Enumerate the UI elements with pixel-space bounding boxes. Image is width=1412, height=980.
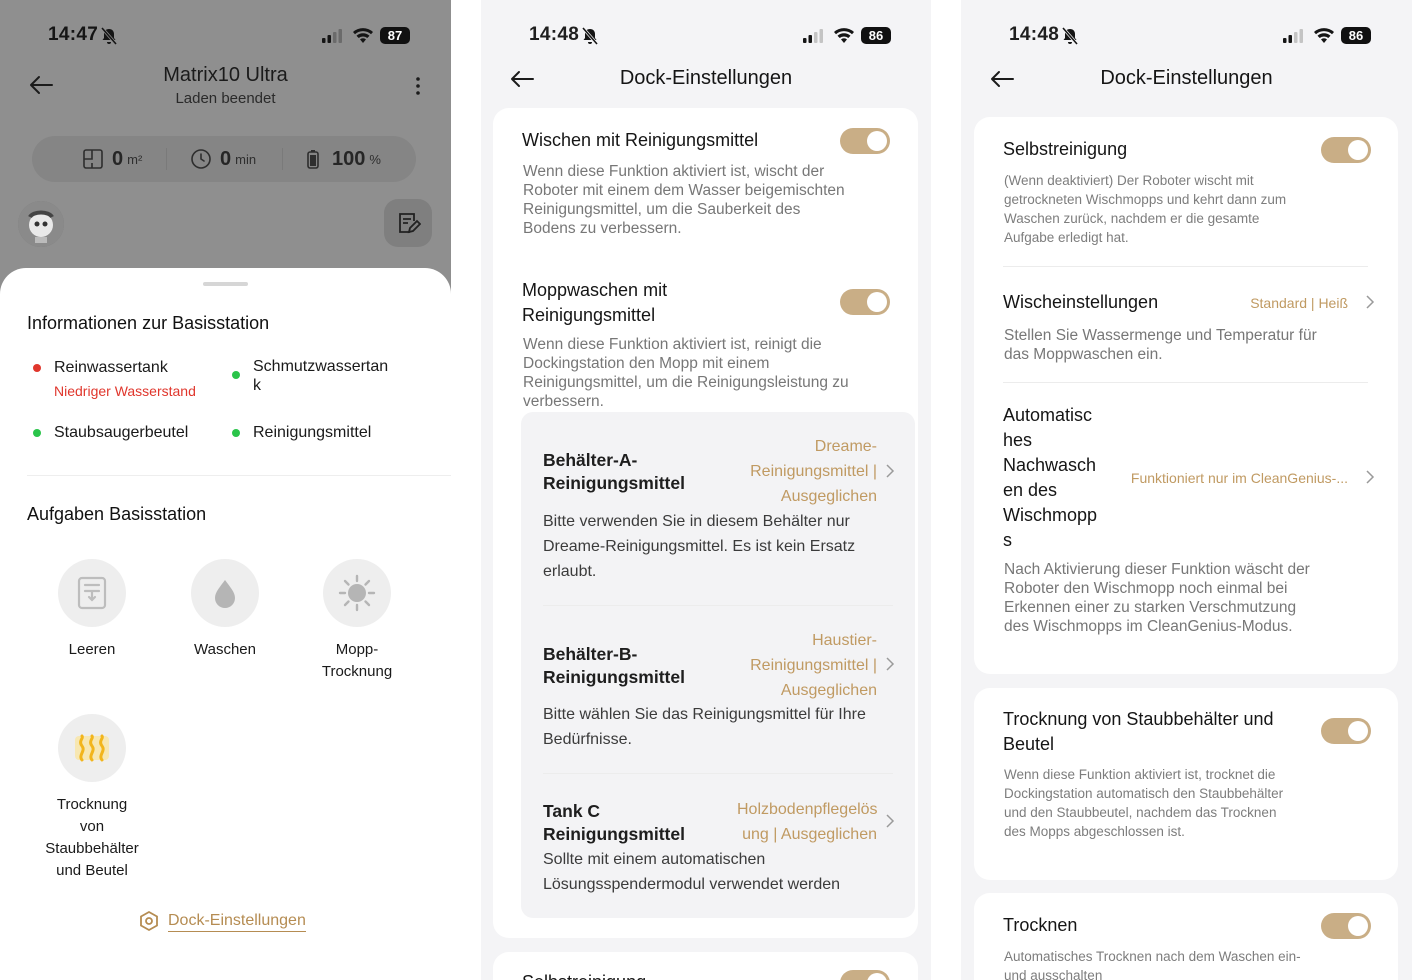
- more-options-icon[interactable]: [410, 74, 426, 98]
- wifi-icon: [1314, 28, 1334, 43]
- setting-title-dust-drying: Trocknung von Staubbehälter und Beutel: [1003, 709, 1274, 754]
- stat-battery: 100 %: [302, 147, 381, 171]
- setting-title-mop-wash-detergent: Moppwaschen mit Reinigungsmittel: [522, 280, 668, 325]
- wifi-icon: [834, 28, 854, 43]
- wifi-icon: [353, 28, 373, 43]
- base-station-sheet: Informationen zur Basisstation Reinwasse…: [0, 268, 451, 980]
- info-section-title: Informationen zur Basisstation: [27, 313, 270, 333]
- robot-overview-screen: 14:47 87 Matrix10 Ultra Laden beendet 0 …: [0, 0, 451, 980]
- page-title: Dock-Einstellungen: [619, 67, 793, 89]
- battery-indicator: 86: [1341, 27, 1371, 44]
- cell-signal-icon: [803, 29, 823, 43]
- area-icon: [83, 149, 103, 169]
- status-time: 14:48: [1009, 24, 1060, 45]
- setting-desc: Automatisches Trocknen nach dem Waschen …: [1004, 949, 1301, 980]
- edit-map-button[interactable]: [384, 199, 432, 247]
- sheet-handle[interactable]: [203, 282, 248, 286]
- heat-icon: [75, 734, 109, 762]
- status-detergent: Reinigungsmittel: [232, 423, 371, 442]
- battery-indicator: 87: [380, 27, 410, 44]
- page-title: Dock-Einstellungen: [1100, 67, 1273, 89]
- task-mop-drying[interactable]: Mopp- Trocknung: [292, 559, 422, 683]
- device-status: Laden beendet: [175, 90, 276, 107]
- bell-muted-icon: [1061, 27, 1079, 45]
- toggle-self-cleaning[interactable]: [840, 970, 890, 980]
- dust-drying-card: Trocknung von Staubbehälter und Beutel W…: [974, 688, 1398, 880]
- setting-desc: Wenn diese Funktion aktiviert ist, trock…: [1004, 767, 1284, 839]
- cell-signal-icon: [322, 29, 342, 43]
- status-dust-bag: Staubsaugerbeutel: [33, 423, 188, 442]
- status-time: 14:47: [48, 24, 99, 45]
- status-clean-water-tank: Reinwassertank Niedriger Wasserstand: [33, 358, 196, 399]
- toggle-self-cleaning[interactable]: [1321, 137, 1371, 163]
- bell-muted-icon: [581, 27, 599, 45]
- toggle-drying[interactable]: [1321, 913, 1371, 939]
- toggle-wipe-detergent[interactable]: [840, 128, 890, 154]
- water-drop-icon: [215, 580, 235, 608]
- hexagon-gear-icon: [140, 910, 158, 932]
- chevron-right-icon: [1366, 295, 1375, 309]
- setting-title-self-cleaning: Selbstreinigung: [1003, 139, 1128, 159]
- setting-desc: (Wenn deaktiviert) Der Roboter wischt mi…: [1004, 173, 1287, 245]
- avatar[interactable]: [18, 201, 64, 247]
- chevron-right-icon: [886, 657, 895, 671]
- battery-indicator: 86: [861, 27, 891, 44]
- cell-signal-icon: [1283, 29, 1303, 43]
- status-dot: [232, 371, 240, 379]
- status-dot: [33, 429, 41, 437]
- setting-title-wipe-detergent: Wischen mit Reinigungsmittel: [522, 130, 759, 150]
- device-title: Matrix10 Ultra: [163, 64, 288, 86]
- tasks-section-title: Aufgaben Basisstation: [27, 504, 207, 524]
- edit-document-icon: [399, 213, 421, 234]
- divider: [1003, 382, 1368, 383]
- dock-settings-link[interactable]: Dock-Einstellungen: [138, 910, 306, 932]
- empty-icon: [77, 576, 107, 610]
- status-dot: [232, 429, 240, 437]
- dock-settings-screen-1: 14:48 86 Dock-Einstellungen Wischen mit …: [481, 0, 931, 980]
- setting-desc: Wenn diese Funktion aktiviert ist, wisch…: [523, 163, 845, 237]
- status-time: 14:48: [529, 24, 580, 45]
- task-dust-drying[interactable]: Trocknung von Staubbehälter und Beutel: [27, 714, 157, 882]
- setting-desc: Wenn diese Funktion aktiviert ist, reini…: [523, 336, 849, 410]
- auto-rewash-value: Funktioniert nur im CleanGenius-...: [1130, 470, 1348, 486]
- status-bar: 14:48 86: [481, 24, 931, 50]
- task-wash[interactable]: Waschen: [160, 559, 290, 661]
- status-bar: 14:48 86: [961, 24, 1412, 50]
- divider: [543, 773, 893, 774]
- chevron-right-icon: [1366, 470, 1375, 484]
- cleaning-settings-card: Selbstreinigung (Wenn deaktiviert) Der R…: [974, 117, 1398, 674]
- divider: [27, 475, 451, 476]
- self-cleaning-card-peek: Selbstreinigung: [493, 952, 918, 980]
- stats-bar: 0 m² 0 min 100 %: [32, 136, 416, 182]
- clock-icon: [191, 149, 211, 169]
- detergent-settings-card: Wischen mit Reinigungsmittel Wenn diese …: [493, 108, 918, 938]
- divider: [1003, 266, 1368, 267]
- status-dirty-water-tank: Schmutzwassertan k: [232, 357, 388, 395]
- mop-settings-value: Standard | Heiß: [1250, 295, 1348, 311]
- toggle-dust-drying[interactable]: [1321, 718, 1371, 744]
- chevron-right-icon: [886, 464, 895, 478]
- sun-icon: [338, 574, 376, 612]
- stat-time: 0 min: [190, 147, 256, 171]
- status-dot: [33, 364, 41, 372]
- status-bar: 14:47 87: [0, 24, 451, 50]
- chevron-right-icon: [886, 814, 895, 828]
- setting-title-drying: Trocknen: [1003, 915, 1078, 935]
- stat-area: 0 m²: [82, 147, 142, 171]
- low-water-warning: Niedriger Wasserstand: [54, 383, 196, 399]
- stat-divider: [282, 148, 283, 170]
- task-empty[interactable]: Leeren: [27, 559, 157, 661]
- drying-card: Trocknen Automatisches Trocknen nach dem…: [974, 893, 1398, 980]
- dock-settings-screen-2: 14:48 86 Dock-Einstellungen Selbstreinig…: [961, 0, 1412, 980]
- stat-divider: [166, 148, 167, 170]
- setting-title-self-cleaning: Selbstreinigung: [522, 970, 646, 980]
- bell-muted-icon: [100, 27, 118, 45]
- detergent-containers-box: Behälter-A- Reinigungsmittel Dreame- Rei…: [521, 412, 915, 918]
- battery-icon: [307, 150, 319, 169]
- toggle-mop-wash-detergent[interactable]: [840, 289, 890, 315]
- divider: [543, 605, 893, 606]
